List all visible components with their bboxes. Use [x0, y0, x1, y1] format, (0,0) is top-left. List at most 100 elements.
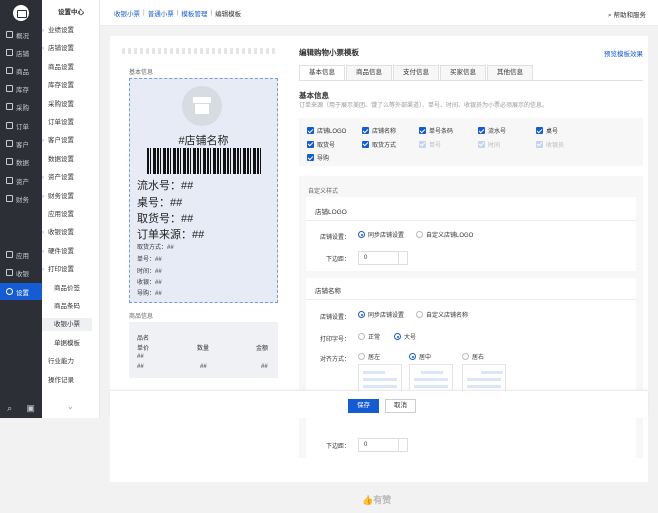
align-center-radio[interactable]: 居中 — [409, 352, 431, 361]
subnav-item-13[interactable]: 打印设置 — [42, 263, 92, 276]
cashier-icon — [6, 269, 13, 276]
subnav-item-17[interactable]: 单据模板 — [42, 337, 92, 350]
preview-pickup-method: 取货方式：## — [137, 245, 174, 251]
breadcrumb-template-manage[interactable]: 模板管理 — [181, 8, 207, 18]
subnav-item-2[interactable]: 商品设置 — [42, 61, 92, 74]
basic-description: 订单来源（用于展示美团、饿了么等外部渠道）、单号、时间、收银员为小票必须展示的信… — [299, 103, 549, 109]
goods-row-price: ## — [137, 364, 144, 370]
font-normal-radio[interactable]: 正常 — [358, 332, 380, 341]
nav-item-4[interactable]: 采购 — [0, 98, 42, 115]
logo-custom-radio[interactable]: 自定义店铺LOGO — [416, 230, 473, 239]
goods-row-amount: ## — [261, 364, 268, 370]
field-checkbox-2[interactable]: 单号条码 — [419, 126, 453, 135]
goods-price-header: 单价 — [137, 346, 150, 352]
field-checkbox-6[interactable]: 取货方式 — [362, 140, 396, 149]
data-icon — [6, 158, 13, 165]
field-checkbox-7: 单号 — [419, 140, 441, 149]
nav-item-7[interactable]: 数据 — [0, 153, 42, 170]
nav-item-0[interactable]: 概况 — [0, 26, 42, 43]
field-checkbox-10[interactable]: 导购 — [307, 153, 329, 162]
name-setting-label: 店铺设置： — [319, 315, 350, 321]
tab-basic-info[interactable]: 基本信息 — [299, 65, 345, 81]
name-sync-radio[interactable]: 同步店铺设置 — [358, 310, 404, 319]
nav-item-6[interactable]: 客户 — [0, 135, 42, 152]
name-card-title: 店铺名称 — [315, 288, 341, 295]
nav-bottom-tools: ⌕ ▣ — [0, 398, 42, 418]
nav-item-2[interactable]: 商品 — [0, 62, 42, 79]
cancel-button[interactable]: 取消 — [385, 399, 416, 413]
nav-item-5[interactable]: 订单 — [0, 117, 42, 134]
subnav-item-10[interactable]: 应用设置 — [42, 208, 92, 221]
subnav-item-11[interactable]: 收银设置 — [42, 226, 92, 239]
chat-icon[interactable]: ▣ — [26, 403, 35, 414]
search-icon[interactable]: ⌕ — [7, 403, 12, 414]
tab-buyer-info[interactable]: 买家信息 — [440, 65, 486, 81]
top-bar: 收银小票 | 普通小票 | 模板管理 | 编辑模板 ⌕ 帮助和服务 — [100, 0, 658, 26]
goods-row-qty: ## — [200, 364, 207, 370]
field-checkbox-3[interactable]: 流水号 — [478, 126, 506, 135]
field-checkbox-5[interactable]: 取货号 — [307, 140, 335, 149]
field-checkbox-4[interactable]: 桌号 — [536, 126, 558, 135]
field-checkbox-1[interactable]: 店铺名称 — [362, 126, 396, 135]
align-label: 对齐方式： — [319, 357, 350, 363]
checkbox-check-icon — [478, 127, 485, 134]
breadcrumb-receipt[interactable]: 收银小票 — [114, 8, 140, 18]
subnav-item-3[interactable]: 库存设置 — [42, 79, 92, 92]
breadcrumb-normal-receipt[interactable]: 普通小票 — [148, 8, 174, 18]
checkbox-check-icon — [536, 127, 543, 134]
tab-other-info[interactable]: 其他信息 — [487, 65, 533, 81]
tab-payment-info[interactable]: 支付信息 — [393, 65, 439, 81]
subnav-item-5[interactable]: 订单设置 — [42, 116, 92, 129]
name-custom-radio[interactable]: 自定义店铺名称 — [416, 310, 468, 319]
subnav-item-9[interactable]: 财务设置 — [42, 190, 92, 203]
nav-item-8[interactable]: 资产 — [0, 172, 42, 189]
nav-item-9[interactable]: 财务 — [0, 190, 42, 207]
subnav-item-12[interactable]: 硬件设置 — [42, 245, 92, 258]
subnav-item-7[interactable]: 数据设置 — [42, 153, 92, 166]
subnav-item-19[interactable]: 操作记录 — [42, 374, 92, 387]
youzan-brand-logo: 👍有赞 — [362, 495, 392, 505]
subnav-item-16[interactable]: 收银小票 — [42, 318, 92, 332]
nav-bottom-item-2[interactable]: 设置 — [0, 283, 42, 300]
subnav-title: 设置中心 — [58, 9, 84, 16]
subnav-item-18[interactable]: 行业能力 — [42, 355, 92, 368]
preview-table: 桌号：## — [137, 197, 183, 209]
font-large-radio[interactable]: 大号 — [394, 332, 416, 341]
subnav-item-15[interactable]: 商品条码 — [42, 300, 92, 313]
field-checkbox-group — [299, 118, 643, 166]
logo-margin-input[interactable]: 0 — [358, 251, 408, 265]
store-logo-icon[interactable] — [13, 5, 29, 21]
checkbox-check-icon — [536, 140, 543, 148]
goods-name-header: 品名 — [137, 336, 150, 342]
field-checkbox-0[interactable]: 店铺LOGO — [307, 126, 346, 135]
nav-bottom-item-1[interactable]: 收银 — [0, 264, 42, 281]
subnav-item-4[interactable]: 采购设置 — [42, 98, 92, 111]
thumb-icon: 👍 — [362, 495, 374, 505]
align-right-radio[interactable]: 居右 — [462, 352, 484, 361]
preview-pickup: 取货号：## — [137, 213, 194, 225]
nav-item-1[interactable]: 店铺 — [0, 44, 42, 61]
subnav-item-0[interactable]: 业绩设置 — [42, 24, 92, 37]
field-checkbox-9: 收银员 — [536, 140, 564, 149]
checkbox-check-icon — [419, 140, 426, 148]
font-size-label: 打印字号： — [319, 337, 350, 343]
subnav-item-14[interactable]: 商品价签 — [42, 282, 92, 295]
nav-item-3[interactable]: 库存 — [0, 80, 42, 97]
preview-shop-name: #店铺名称 — [178, 135, 229, 147]
name-margin-label: 下边距： — [325, 444, 350, 450]
nav-bottom-item-0[interactable]: 应用 — [0, 246, 42, 263]
collapse-chevron-icon[interactable]: ⌄ — [67, 402, 74, 411]
logo-sync-radio[interactable]: 同步店铺设置 — [358, 230, 404, 239]
subnav-item-6[interactable]: 客户设置 — [42, 134, 92, 147]
preview-template-link[interactable]: 预览模板效果 — [604, 48, 643, 58]
subnav-item-1[interactable]: 店铺设置 — [42, 42, 92, 55]
name-margin-input[interactable]: 0 — [358, 438, 408, 452]
align-left-radio[interactable]: 居左 — [358, 352, 380, 361]
custom-style-heading: 自定义样式 — [308, 189, 339, 195]
subnav-item-8[interactable]: 资产设置 — [42, 171, 92, 184]
tab-goods-info[interactable]: 商品信息 — [346, 65, 392, 81]
action-bar: 保存 取消 — [110, 390, 648, 418]
help-service-link[interactable]: ⌕ 帮助和服务 — [608, 9, 646, 20]
asset-icon — [6, 177, 13, 184]
save-button[interactable]: 保存 — [348, 399, 379, 413]
